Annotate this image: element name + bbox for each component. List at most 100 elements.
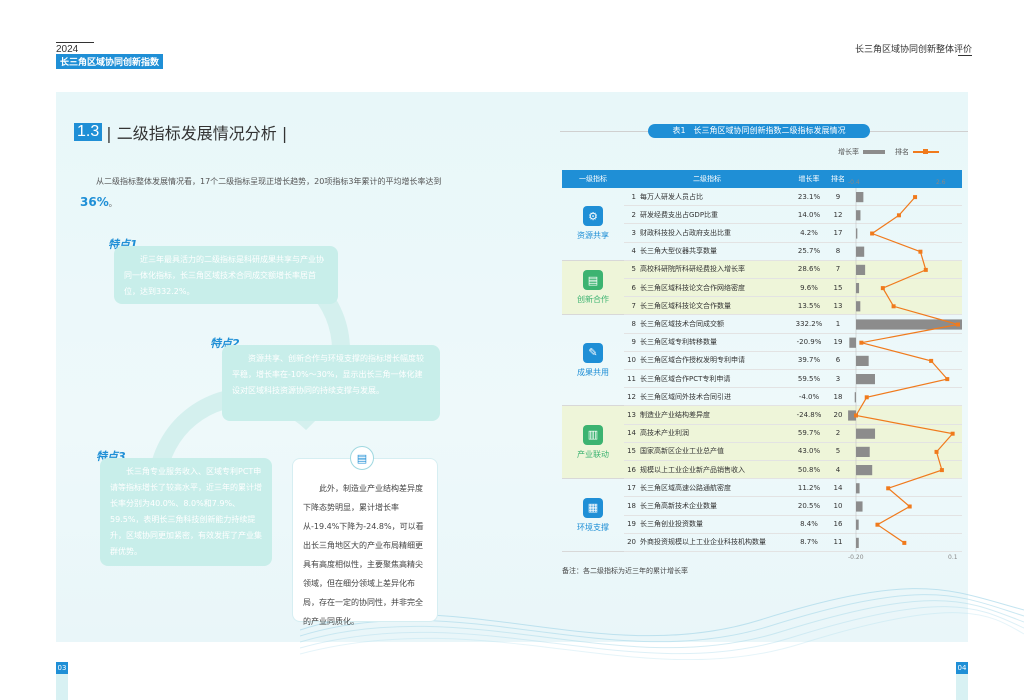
row-indicator-name: 国家高新区企业工业总产值 [640, 447, 724, 456]
rank-marker [956, 322, 960, 327]
row-rank: 11 [833, 538, 843, 547]
section-number: 1.3 [74, 123, 103, 141]
header-level2: 二级指标 [693, 175, 721, 183]
row-indicator-name: 长三角区域专利转移数量 [640, 338, 717, 347]
intro-paragraph: 从二级指标整体发展情况看，17个二级指标呈现正增长趋势，20项指标3年累计的平均… [80, 172, 465, 214]
growth-bar [854, 392, 856, 403]
table-footnote: 备注：各二级指标为近三年的累计增长率 [562, 567, 688, 575]
row-growth: 8.7% [800, 538, 818, 547]
row-growth: -20.9% [796, 338, 822, 347]
row-growth: 25.7% [797, 247, 821, 256]
row-number: 8 [631, 319, 636, 328]
row-rank: 5 [835, 447, 841, 456]
row-growth: -24.8% [796, 410, 822, 419]
growth-bar [856, 301, 861, 312]
page-strip-right [956, 674, 968, 700]
header-level1: 一级指标 [579, 175, 607, 183]
row-indicator-name: 财政科技投入占政府支出比重 [640, 228, 731, 237]
row-rank: 18 [833, 392, 843, 401]
header-growth: 增长率 [798, 175, 820, 183]
row-growth: 20.5% [797, 501, 821, 510]
group-name: 环境支撑 [577, 522, 609, 532]
row-indicator-name: 制造业产业结构差异度 [640, 410, 710, 419]
feature-2-box: 资源共享、创新合作与环境支撑的指标增长幅度较平稳，增长率在-10%～30%，显示… [222, 345, 440, 421]
row-growth: 11.2% [797, 483, 821, 492]
indicator-table: 一级指标 二级指标 增长率 排名 [562, 170, 962, 188]
legend-rank-label: 排名 [895, 148, 909, 156]
row-indicator-name: 每万人研发人员占比 [640, 192, 703, 201]
rank-marker [934, 449, 939, 454]
rank-marker [907, 504, 912, 509]
rank-marker [918, 249, 923, 254]
row-growth: 332.2% [795, 319, 823, 328]
axis-top-left: -0.4 [848, 179, 860, 186]
row-rank: 13 [833, 301, 843, 310]
row-indicator-name: 高校科研院所科研经费投入增长率 [640, 265, 745, 274]
row-indicator-name: 研发经费支出占GDP比重 [640, 210, 719, 219]
rank-marker [859, 340, 864, 345]
row-number: 9 [631, 338, 636, 347]
row-growth: 50.8% [797, 465, 821, 474]
growth-bar [856, 246, 865, 257]
row-indicator-name: 长三角大型仪器共享数量 [640, 247, 717, 256]
rank-marker [929, 358, 934, 363]
feature-3-box: 长三角专业服务收入、区域专利PCT申请等指标增长了较高水平，近三年的累计增长率分… [100, 458, 272, 566]
axis-bottom-right: 0.1 [948, 554, 958, 561]
growth-bar [856, 228, 858, 239]
row-growth: 14.0% [797, 210, 821, 219]
row-growth: 13.5% [797, 301, 821, 310]
book-icon: ▤ [350, 446, 374, 470]
group-icon: ▥ [583, 424, 603, 445]
chart-legend: 增长率 排名 [838, 147, 939, 157]
row-indicator-name: 长三角区域合作PCT专利申请 [640, 374, 731, 383]
legend-line-swatch [913, 149, 939, 154]
growth-bar [856, 355, 869, 366]
growth-bar [856, 483, 860, 494]
rank-marker [886, 486, 891, 491]
growth-bar [856, 537, 859, 548]
row-rank: 16 [833, 520, 843, 529]
row-indicator-name: 长三角区域科技论文合作数量 [640, 301, 731, 310]
rank-marker [902, 540, 907, 545]
group-name: 创新合作 [577, 295, 609, 305]
row-rank: 1 [835, 319, 841, 328]
growth-bar [856, 192, 864, 203]
row-number: 2 [631, 210, 636, 219]
row-number: 14 [627, 429, 636, 438]
growth-bar [856, 264, 866, 275]
row-growth: 59.7% [797, 429, 821, 438]
row-rank: 8 [835, 247, 841, 256]
row-indicator-name: 长三角区域合作授权发明专利申请 [640, 356, 745, 365]
growth-bar [856, 519, 859, 530]
row-number: 10 [627, 356, 636, 365]
rank-marker [880, 286, 885, 291]
axis-bottom-left: -0.20 [848, 554, 864, 561]
row-number: 4 [631, 247, 636, 256]
row-number: 1 [631, 192, 636, 201]
axis-top-right: 2.6 [936, 179, 946, 186]
group-cell: ✎ 成果共用 [562, 315, 624, 407]
row-rank: 15 [833, 283, 843, 292]
rank-marker [870, 231, 875, 236]
header-rank: 排名 [831, 175, 845, 183]
row-indicator-name: 长三角区域间外技术合同引进 [640, 392, 731, 401]
row-number: 12 [627, 392, 636, 401]
header-report-title: 长三角区域协同创新指数 [56, 54, 164, 69]
rank-marker [939, 468, 944, 473]
rank-marker [891, 304, 896, 309]
growth-bar [849, 337, 856, 348]
row-growth: 59.5% [797, 374, 821, 383]
row-indicator-name: 长三角区域科技论文合作网络密度 [640, 283, 745, 292]
row-rank: 6 [835, 356, 841, 365]
row-indicator-name: 长三角高新技术企业数量 [640, 501, 717, 510]
intro-highlight: 36% [80, 195, 109, 209]
table-title: 表1 长三角区域协同创新指数二级指标发展情况 [648, 124, 870, 138]
rank-marker [913, 195, 918, 200]
growth-bar [856, 283, 860, 294]
row-growth: 4.2% [800, 228, 818, 237]
row-number: 15 [627, 447, 636, 456]
row-growth: 39.7% [797, 356, 821, 365]
row-indicator-name: 长三角创业投资数量 [640, 520, 703, 529]
group-icon: ▦ [583, 497, 603, 518]
intro-text: 从二级指标整体发展情况看，17个二级指标呈现正增长趋势，20项指标3年累计的平均… [96, 177, 442, 186]
